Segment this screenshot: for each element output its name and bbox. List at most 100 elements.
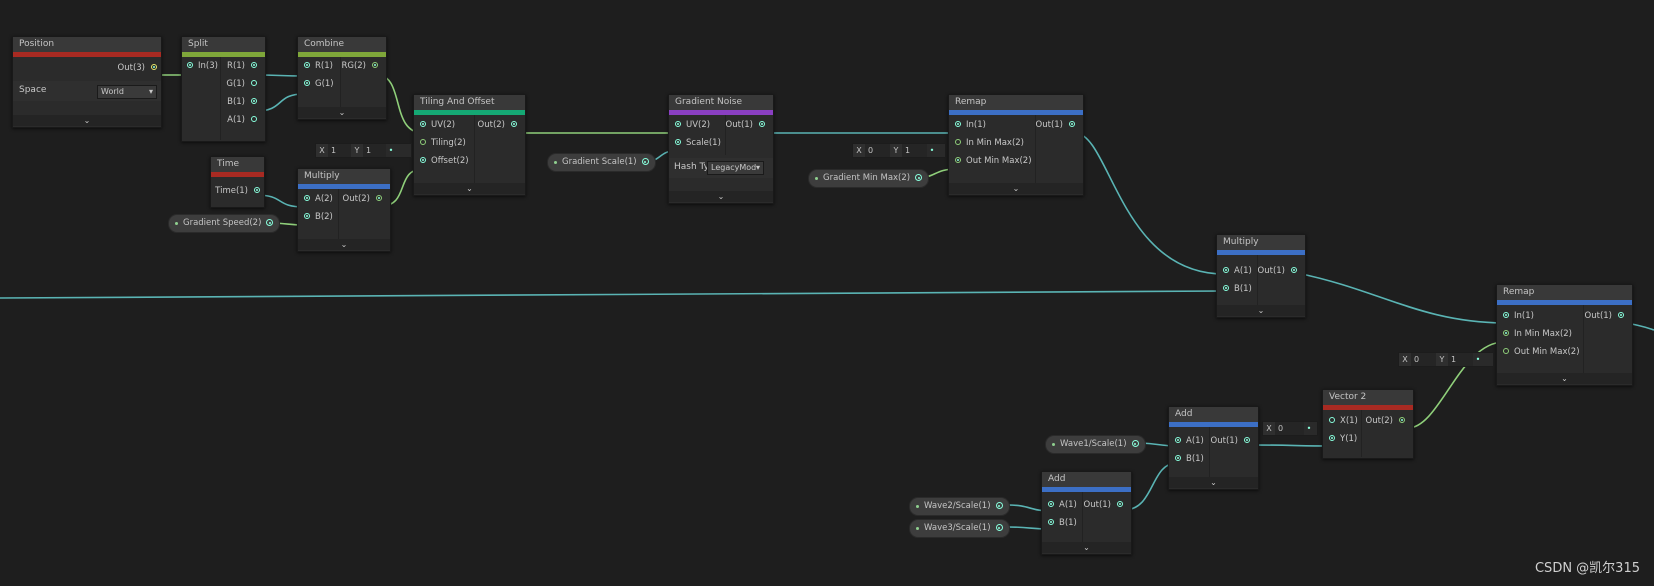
output-port[interactable]: R(1) (227, 59, 257, 73)
port-dot-icon[interactable] (1175, 437, 1181, 443)
chevron-down-icon[interactable]: ⌄ (1258, 305, 1265, 316)
x-input[interactable]: 1 (328, 144, 351, 157)
tiling-and-offset-node[interactable]: Tiling And Offset UV(2) Tiling(2) Offset… (413, 94, 526, 196)
output-port[interactable]: Out(2) (343, 192, 382, 206)
port-dot-icon[interactable] (1223, 267, 1229, 273)
port-dot-icon[interactable] (759, 121, 765, 127)
output-port[interactable]: Out(3) (118, 61, 157, 75)
input-port[interactable]: In Min Max(2) (955, 136, 1024, 150)
node-footer[interactable]: ⌄ (1169, 477, 1258, 488)
output-port[interactable]: Out(1) (726, 118, 765, 132)
port-dot-icon[interactable] (376, 195, 382, 201)
input-port[interactable]: In(1) (955, 118, 986, 132)
add-node[interactable]: Add A(1) B(1) Out(1) ⌄ (1041, 471, 1132, 555)
output-port[interactable]: Out(2) (1366, 414, 1405, 428)
port-dot-icon[interactable] (1291, 267, 1297, 273)
node-footer[interactable]: ⌄ (298, 239, 390, 250)
input-port[interactable]: A(1) (1175, 434, 1204, 448)
input-port[interactable]: Out Min Max(2) (955, 154, 1032, 168)
input-port[interactable]: A(1) (1048, 498, 1077, 512)
input-port[interactable]: B(1) (1175, 452, 1204, 466)
node-footer[interactable]: ⌄ (1042, 542, 1131, 553)
port-dot-icon[interactable] (955, 121, 961, 127)
input-port[interactable]: In Min Max(2) (1503, 327, 1572, 341)
output-port[interactable]: Out(1) (1258, 264, 1297, 278)
output-port[interactable]: B(1) (227, 95, 257, 109)
port-dot-icon[interactable] (1223, 285, 1229, 291)
node-footer[interactable]: ⌄ (1497, 373, 1632, 384)
port-dot-icon[interactable] (151, 64, 157, 70)
chevron-down-icon[interactable]: ⌄ (466, 183, 473, 194)
port-dot-icon[interactable] (420, 157, 426, 163)
port-dot-icon[interactable] (995, 524, 1003, 531)
node-footer[interactable]: ⌄ (949, 183, 1083, 194)
port-dot-icon[interactable] (1069, 121, 1075, 127)
y-input[interactable]: 1 (363, 144, 386, 157)
port-dot-icon[interactable] (372, 62, 378, 68)
port-dot-icon[interactable] (1131, 440, 1139, 447)
node-footer[interactable]: ⌄ (669, 191, 773, 202)
port-dot-icon[interactable] (187, 62, 193, 68)
port-dot-icon[interactable] (915, 174, 923, 181)
input-port[interactable]: UV(2) (675, 118, 710, 132)
port-dot-icon[interactable] (511, 121, 517, 127)
output-port[interactable]: G(1) (226, 77, 257, 91)
output-port[interactable]: Time(1) (215, 184, 260, 198)
output-port[interactable]: RG(2) (341, 59, 378, 73)
input-port[interactable]: UV(2) (420, 118, 455, 132)
time-node[interactable]: Time Time(1) (210, 156, 265, 208)
input-port[interactable]: Tiling(2) (420, 136, 466, 150)
vector2-x-field[interactable]: X 0 • (1262, 421, 1318, 436)
port-dot-icon[interactable] (304, 80, 310, 86)
chevron-down-icon[interactable]: ⌄ (84, 115, 91, 126)
port-dot-icon[interactable] (420, 139, 426, 145)
tiling-vector-field[interactable]: X 1 Y 1 • (315, 143, 412, 158)
port-dot-icon[interactable] (251, 80, 257, 86)
port-dot-icon[interactable] (254, 187, 260, 193)
chevron-down-icon[interactable]: ⌄ (1210, 477, 1217, 488)
port-dot-icon[interactable] (1329, 435, 1335, 441)
chevron-down-icon[interactable]: ⌄ (718, 191, 725, 202)
port-dot-icon[interactable] (1503, 312, 1509, 318)
output-port[interactable]: Out(1) (1211, 434, 1250, 448)
port-dot-icon[interactable] (955, 139, 961, 145)
input-port[interactable]: Out Min Max(2) (1503, 345, 1580, 359)
chevron-down-icon[interactable]: ⌄ (339, 107, 346, 118)
port-dot-icon[interactable] (1503, 330, 1509, 336)
port-dot-icon[interactable] (251, 98, 257, 104)
x-input[interactable]: 0 (865, 144, 890, 157)
out-min-max-vector-field[interactable]: X 0 Y 1 • (1398, 352, 1494, 367)
in-min-max-vector-field[interactable]: X 0 Y 1 • (852, 143, 946, 158)
port-dot-icon[interactable] (304, 62, 310, 68)
output-port[interactable]: A(1) (227, 113, 257, 127)
node-footer[interactable]: ⌄ (13, 115, 161, 126)
port-dot-icon[interactable] (1244, 437, 1250, 443)
chevron-down-icon[interactable]: ⌄ (1013, 183, 1020, 194)
node-footer[interactable]: ⌄ (1217, 305, 1305, 316)
port-dot-icon[interactable] (1503, 348, 1509, 354)
split-node[interactable]: Split In(3) R(1) G(1) B(1) A(1) (181, 36, 266, 142)
port-dot-icon[interactable] (304, 213, 310, 219)
y-input[interactable]: 1 (902, 144, 927, 157)
vector2-node[interactable]: Vector 2 X(1) Y(1) Out(2) (1322, 389, 1414, 459)
port-dot-icon[interactable] (1618, 312, 1624, 318)
multiply-node[interactable]: Multiply A(1) B(1) Out(1) ⌄ (1216, 234, 1306, 318)
gradient-scale-property[interactable]: Gradient Scale(1) (547, 153, 656, 172)
output-port[interactable]: Out(1) (1036, 118, 1075, 132)
port-dot-icon[interactable] (1399, 417, 1405, 423)
port-dot-icon[interactable] (675, 139, 681, 145)
input-port[interactable]: Y(1) (1329, 432, 1357, 446)
port-dot-icon[interactable] (955, 157, 961, 163)
output-port[interactable]: Out(1) (1084, 498, 1123, 512)
input-port[interactable]: B(2) (304, 210, 333, 224)
add-node[interactable]: Add A(1) B(1) Out(1) ⌄ (1168, 406, 1259, 490)
input-port[interactable]: B(1) (1223, 282, 1252, 296)
port-dot-icon[interactable] (641, 158, 649, 165)
port-dot-icon[interactable] (251, 62, 257, 68)
input-port[interactable]: X(1) (1329, 414, 1358, 428)
input-port[interactable]: In(1) (1503, 309, 1534, 323)
input-port[interactable]: R(1) (304, 59, 333, 73)
gradient-noise-node[interactable]: Gradient Noise UV(2) Scale(1) Out(1) Has… (668, 94, 774, 204)
port-dot-icon[interactable] (1329, 417, 1335, 423)
wave3-scale-property[interactable]: Wave3/Scale(1) (909, 519, 1010, 538)
